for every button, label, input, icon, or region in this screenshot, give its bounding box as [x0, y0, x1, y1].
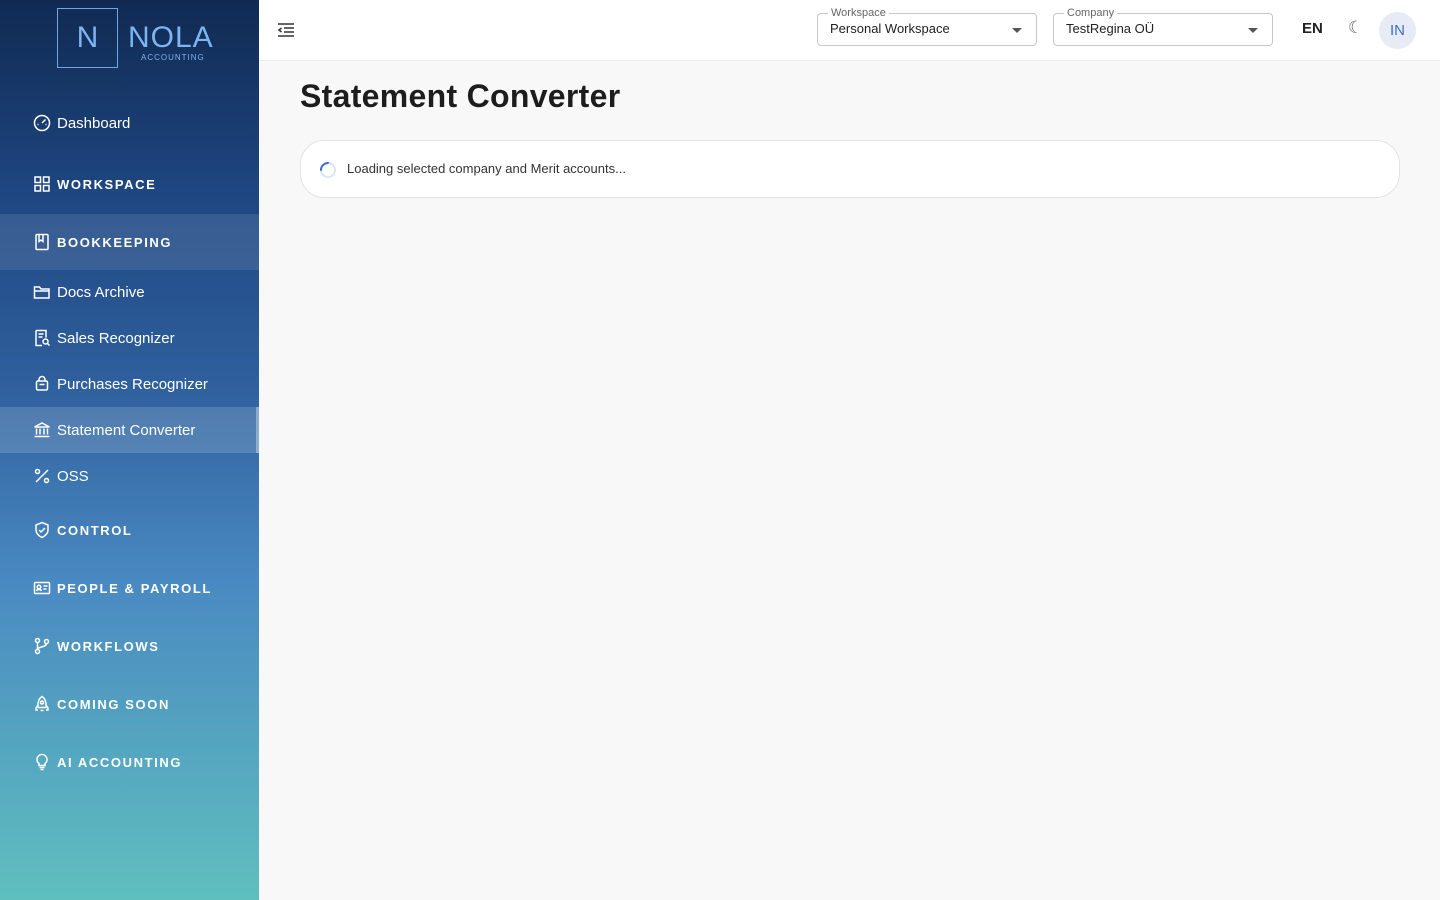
language-switch[interactable]: EN	[1302, 20, 1323, 37]
company-select[interactable]: Company TestRegina OÜ	[1053, 6, 1273, 46]
logo-subtitle: ACCOUNTING	[141, 53, 205, 62]
rocket-icon	[33, 695, 51, 713]
sidebar-section-people-payroll[interactable]: PEOPLE & PAYROLL	[0, 565, 259, 611]
workspace-select-label: Workspace	[828, 6, 889, 20]
sidebar-item-oss[interactable]: OSS	[0, 453, 259, 499]
top-bar: Workspace Personal Workspace Company Tes…	[259, 0, 1440, 61]
sidebar-item-label: Dashboard	[57, 114, 131, 132]
sidebar-item-label: OSS	[57, 467, 89, 485]
branch-icon	[33, 637, 51, 655]
sidebar-section-workspace[interactable]: WORKSPACE	[0, 161, 259, 207]
logo-word: NOLA	[128, 21, 214, 54]
moon-icon[interactable]: ☾	[1348, 18, 1363, 38]
sidebar-item-label: PEOPLE & PAYROLL	[57, 580, 212, 596]
sidebar-section-control[interactable]: CONTROL	[0, 507, 259, 553]
logo[interactable]: N NOLA ACCOUNTING	[57, 8, 217, 70]
company-select-value: TestRegina OÜ	[1066, 21, 1155, 36]
sidebar-item-docs-archive[interactable]: Docs Archive	[0, 269, 259, 315]
loading-message: Loading selected company and Merit accou…	[347, 161, 626, 176]
folder-icon	[33, 283, 51, 301]
sidebar-item-label: COMING SOON	[57, 696, 170, 712]
logo-letter: N	[76, 21, 99, 54]
sidebar-item-purchases-recognizer[interactable]: Purchases Recognizer	[0, 361, 259, 407]
sidebar-item-label: BOOKKEEPING	[57, 234, 173, 250]
menu-toggle-icon[interactable]	[277, 20, 295, 40]
caret-down-icon	[1248, 28, 1258, 33]
sidebar-item-label: Sales Recognizer	[57, 329, 175, 347]
page-title: Statement Converter	[300, 78, 621, 114]
gauge-icon	[33, 114, 51, 132]
percent-icon	[33, 467, 51, 485]
workspace-select-value: Personal Workspace	[830, 21, 950, 36]
sidebar-section-bookkeeping[interactable]: BOOKKEEPING	[0, 214, 259, 270]
sidebar-item-label: AI ACCOUNTING	[57, 754, 183, 770]
bank-icon	[33, 421, 51, 439]
sidebar-item-label: Purchases Recognizer	[57, 375, 208, 393]
avatar[interactable]: IN	[1379, 12, 1416, 49]
sidebar-item-label: WORKSPACE	[57, 176, 157, 192]
id-card-icon	[33, 579, 51, 597]
sidebar-item-dashboard[interactable]: Dashboard	[0, 100, 259, 146]
sidebar-section-ai-accounting[interactable]: AI ACCOUNTING	[0, 739, 259, 785]
workspace-select[interactable]: Workspace Personal Workspace	[817, 6, 1037, 46]
bulb-icon	[33, 753, 51, 771]
receipt-search-icon	[33, 329, 51, 347]
sidebar-section-coming-soon[interactable]: COMING SOON	[0, 681, 259, 727]
shield-check-icon	[33, 521, 51, 539]
caret-down-icon	[1012, 28, 1022, 33]
sidebar-item-label: CONTROL	[57, 522, 133, 538]
sidebar-item-label: WORKFLOWS	[57, 638, 160, 654]
loading-card: Loading selected company and Merit accou…	[300, 140, 1400, 198]
company-select-label: Company	[1064, 6, 1118, 20]
sidebar-item-label: Docs Archive	[57, 283, 145, 301]
sidebar-item-label: Statement Converter	[57, 421, 196, 439]
spinner-icon	[319, 161, 337, 179]
sidebar: N NOLA ACCOUNTING Dashboard WORKSPACE BO…	[0, 0, 259, 900]
bag-icon	[33, 375, 51, 393]
book-icon	[33, 233, 51, 251]
sidebar-item-sales-recognizer[interactable]: Sales Recognizer	[0, 315, 259, 361]
grid-icon	[33, 175, 51, 193]
sidebar-item-statement-converter[interactable]: Statement Converter	[0, 407, 259, 453]
sidebar-section-workflows[interactable]: WORKFLOWS	[0, 623, 259, 669]
